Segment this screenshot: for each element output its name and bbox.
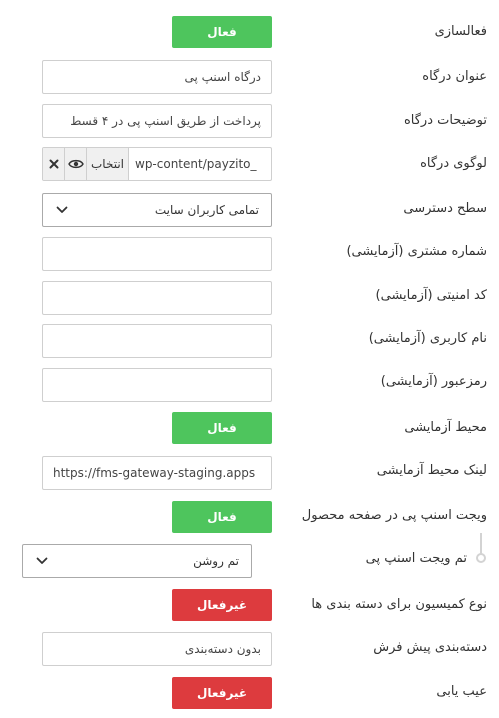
security-code-input[interactable] — [42, 281, 272, 315]
test-env-toggle[interactable]: فعال — [172, 412, 272, 444]
product-widget-toggle[interactable]: فعال — [172, 501, 272, 533]
password-label: رمزعبور (آزمایشی) — [380, 374, 487, 389]
sub-option-dot — [476, 553, 486, 563]
pick-logo-button[interactable]: انتخاب — [87, 148, 129, 180]
username-input[interactable] — [42, 324, 272, 358]
debug-label: عیب یابی — [436, 684, 487, 699]
close-icon — [49, 159, 58, 169]
widget-theme-value: تم روشن — [193, 554, 239, 568]
chevron-down-icon — [35, 554, 49, 568]
test-env-link-label: لینک محیط آزمایشی — [376, 463, 487, 478]
username-label: نام کاربری (آزمایشی) — [368, 331, 487, 346]
access-level-label: سطح دسترسی — [403, 201, 487, 216]
logo-path-input[interactable]: wp-content/payzito_ — [129, 148, 271, 180]
test-env-label: محیط آزمایشی — [404, 420, 487, 435]
debug-toggle[interactable]: غیرفعال — [172, 677, 272, 709]
security-code-label: کد امنیتی (آزمایشی) — [375, 288, 487, 303]
customer-number-input[interactable] — [42, 237, 272, 271]
commission-type-toggle[interactable]: غیرفعال — [172, 589, 272, 621]
activation-toggle[interactable]: فعال — [172, 16, 272, 48]
sub-option-connector — [480, 533, 482, 555]
clear-logo-button[interactable] — [43, 148, 65, 180]
customer-number-label: شماره مشتری (آزمایشی) — [346, 244, 487, 259]
test-env-link-input[interactable]: https://fms-gateway-staging.apps — [42, 456, 272, 490]
chevron-down-icon — [55, 203, 69, 217]
gateway-description-label: توضیحات درگاه — [403, 113, 487, 128]
widget-theme-select[interactable]: تم روشن — [22, 544, 252, 578]
gateway-logo-field: انتخاب wp-content/payzito_ — [42, 147, 272, 181]
default-category-input[interactable]: بدون دسته‌بندی — [42, 632, 272, 666]
gateway-logo-label: لوگوی درگاه — [420, 156, 487, 171]
view-logo-button[interactable] — [65, 148, 87, 180]
gateway-description-input[interactable]: پرداخت از طریق اسنپ پی در ۴ قسط — [42, 104, 272, 138]
access-level-value: تمامی کاربران سایت — [154, 203, 259, 217]
gateway-title-input[interactable]: درگاه اسنپ پی — [42, 60, 272, 94]
gateway-title-label: عنوان درگاه — [422, 69, 487, 84]
product-widget-label: ویجت اسنپ پی در صفحه محصول — [301, 508, 487, 523]
default-category-label: دسته‌بندی پیش فرش — [373, 640, 487, 655]
eye-icon — [67, 159, 84, 169]
activation-label: فعالسازی — [434, 24, 487, 39]
commission-type-label: نوع کمیسیون برای دسته بندی ها — [311, 597, 487, 612]
access-level-select[interactable]: تمامی کاربران سایت — [42, 193, 272, 227]
password-input[interactable] — [42, 368, 272, 402]
widget-theme-label: تم ویجت اسنپ پی — [365, 551, 467, 566]
